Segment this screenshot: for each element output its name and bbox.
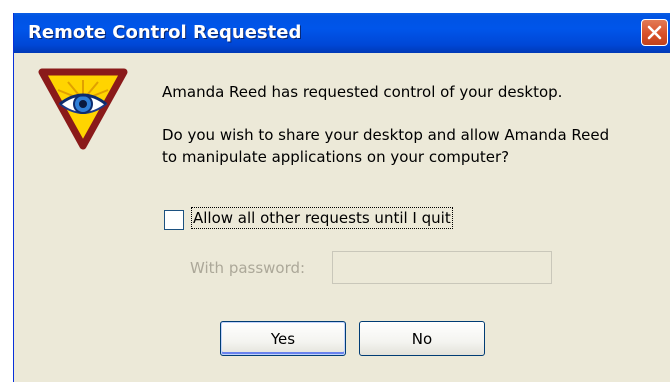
allow-all-label[interactable]: Allow all other requests until I quit xyxy=(191,207,453,229)
remote-control-dialog: Remote Control Requested Amanda Reed has… xyxy=(13,13,670,382)
title-bar[interactable]: Remote Control Requested xyxy=(14,13,670,53)
allow-all-checkbox[interactable] xyxy=(164,210,184,230)
question-line-2: to manipulate applications on your compu… xyxy=(162,148,510,166)
password-label: With password: xyxy=(190,259,306,277)
no-button[interactable]: No xyxy=(359,321,485,356)
yes-button[interactable]: Yes xyxy=(220,321,346,356)
window-title: Remote Control Requested xyxy=(28,22,302,43)
request-message: Amanda Reed has requested control of you… xyxy=(162,83,563,101)
eye-triangle-icon xyxy=(38,68,128,150)
question-line-1: Do you wish to share your desktop and al… xyxy=(162,126,610,144)
password-input[interactable] xyxy=(332,251,552,284)
close-icon xyxy=(647,25,662,40)
close-button[interactable] xyxy=(641,19,668,46)
